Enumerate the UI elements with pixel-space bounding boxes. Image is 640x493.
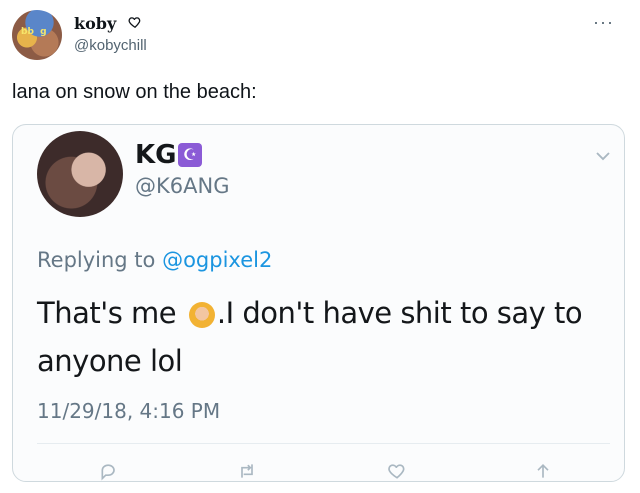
mention-link: @ogpixel2 [162,248,273,272]
timestamp: 11/29/18, 4:16 PM [37,399,221,423]
quoted-body: That's me .I don't have shit to say to a… [37,289,607,385]
reply-icon [101,464,115,481]
share-icon [537,463,549,478]
quoted-tweet-card[interactable]: KG ☪ @K6ANG Replying to @ogpixel2 That's… [12,124,625,482]
retweet-icon [241,464,253,478]
heart-outline-icon [128,17,141,29]
more-dots-icon[interactable]: ··· [593,12,614,33]
quoted-display-name: KG [135,140,177,170]
quoted-handle: @K6ANG [135,174,230,198]
like-icon [388,464,405,479]
replying-to-line: Replying to @ogpixel2 [37,248,272,272]
avatar[interactable]: bb g [12,10,62,60]
divider [37,443,610,444]
chevron-down-icon [596,152,610,161]
replying-prefix: Replying to [37,248,163,272]
display-name[interactable]: koby [74,14,116,33]
tweet-text: lana on snow on the beach: [12,81,257,103]
quoted-avatar [37,131,123,217]
person-tipping-hand-emoji-icon [188,302,215,328]
crescent-icon: ☪ [178,143,202,167]
user-handle[interactable]: @kobychill [74,37,147,54]
tweet-header: bb g koby @kobychill ··· [12,10,628,66]
body-text-before: That's me [37,296,185,330]
avatar-image: bb g [21,27,47,37]
